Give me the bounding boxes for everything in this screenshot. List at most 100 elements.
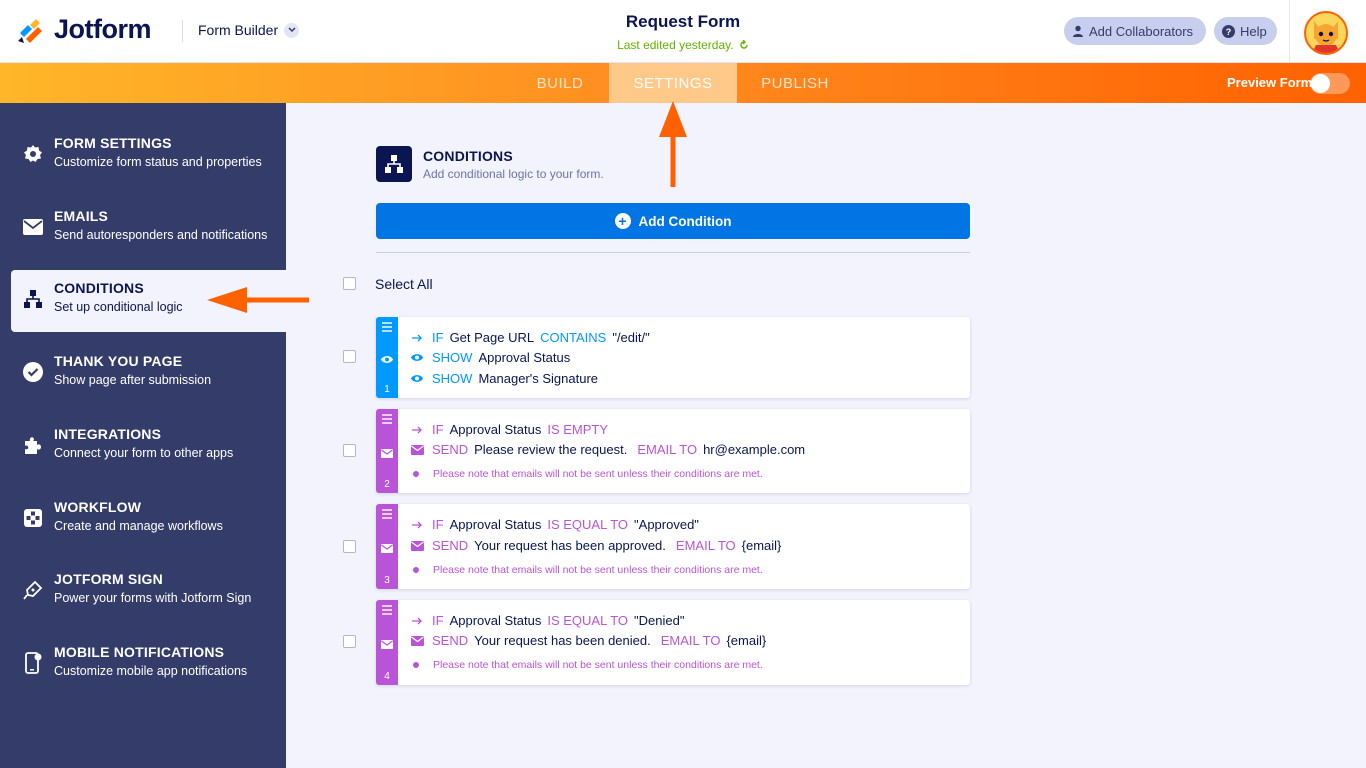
email-to-keyword: EMAIL TO (675, 538, 736, 553)
condition-number: 1 (384, 384, 390, 395)
email-note: Please note that emails will not be sent… (413, 659, 763, 671)
show-target: Approval Status (478, 350, 571, 365)
condition-send-line: SEND Please review the request. EMAIL TO… (410, 442, 805, 457)
eye-icon (380, 352, 394, 366)
sidebar-item-desc: Connect your form to other apps (54, 446, 234, 460)
sidebar-item-desc: Show page after submission (54, 373, 212, 387)
sidebar-item-desc: Send autoresponders and notifications (54, 228, 268, 242)
add-condition-button[interactable]: + Add Condition (376, 203, 970, 239)
form-builder-dropdown[interactable]: Form Builder (198, 22, 300, 38)
eye-icon (410, 374, 424, 383)
sidebar-item-title: JOTFORM SIGN (54, 571, 163, 587)
if-operator: IS EMPTY (547, 422, 609, 437)
puzzle-icon (22, 434, 44, 456)
sidebar-item-title: FORM SETTINGS (54, 135, 172, 151)
condition-card-4[interactable]: 4 IF Approval Status IS EQUAL TO "Denied… (376, 600, 970, 685)
if-operator: CONTAINS (540, 330, 607, 345)
conditions-description: Add conditional logic to your form. (423, 167, 604, 181)
condition-action-line: SHOW Approval Status (410, 350, 570, 365)
workflow-icon (22, 507, 44, 529)
cat-avatar-icon (1312, 21, 1340, 53)
add-condition-label: Add Condition (638, 213, 732, 229)
preview-form-toggle[interactable] (1310, 73, 1350, 94)
send-keyword: SEND (432, 442, 469, 457)
sidebar-item-jotform-sign[interactable]: JOTFORM SIGN Power your forms with Jotfo… (0, 561, 286, 623)
annotation-arrow-left-icon (207, 287, 309, 313)
select-all-label: Select All (375, 276, 433, 292)
mobile-icon (22, 652, 44, 674)
if-keyword: IF (432, 330, 444, 345)
if-keyword: IF (432, 613, 444, 628)
preview-form-label: Preview Form (1227, 75, 1313, 90)
sidebar-item-form-settings[interactable]: FORM SETTINGS Customize form status and … (0, 125, 286, 187)
drag-handle-icon[interactable] (382, 509, 392, 521)
drag-handle-icon[interactable] (382, 605, 392, 617)
tab-build[interactable]: BUILD (512, 63, 608, 103)
condition-action-line: SHOW Manager's Signature (410, 371, 598, 386)
condition-1-checkbox[interactable] (343, 350, 356, 363)
add-collaborators-button[interactable]: Add Collaborators (1064, 17, 1206, 45)
note-dot (413, 567, 419, 573)
envelope-icon (380, 446, 394, 460)
condition-send-line: SEND Your request has been denied. EMAIL… (410, 633, 766, 648)
condition-number: 3 (384, 575, 390, 586)
sidebar-item-title: THANK YOU PAGE (54, 353, 183, 369)
send-keyword: SEND (432, 538, 469, 553)
sidebar-item-desc: Customize form status and properties (54, 155, 262, 169)
if-field: Approval Status (449, 422, 542, 437)
condition-4-checkbox[interactable] (343, 635, 356, 648)
tab-publish[interactable]: PUBLISH (737, 63, 853, 103)
condition-strip: 3 (376, 504, 398, 589)
envelope-icon (380, 637, 394, 651)
email-to-value: {email} (741, 538, 782, 553)
if-operator: IS EQUAL TO (547, 517, 629, 532)
settings-sidebar: FORM SETTINGS Customize form status and … (0, 103, 286, 768)
sidebar-item-workflow[interactable]: WORKFLOW Create and manage workflows (0, 489, 286, 551)
avatar[interactable] (1304, 11, 1348, 55)
form-title-text[interactable]: Request Form (626, 12, 740, 31)
condition-3-checkbox[interactable] (343, 540, 356, 553)
if-field: Approval Status (449, 517, 542, 532)
sidebar-item-title: MOBILE NOTIFICATIONS (54, 644, 225, 660)
section-divider (376, 252, 970, 253)
email-to-value: hr@example.com (703, 442, 806, 457)
if-operator: IS EQUAL TO (547, 613, 629, 628)
sidebar-item-thank-you-page[interactable]: THANK YOU PAGE Show page after submissio… (0, 343, 286, 405)
sidebar-item-integrations[interactable]: INTEGRATIONS Connect your form to other … (0, 416, 286, 478)
conditions-title: CONDITIONS (423, 148, 513, 164)
condition-number: 4 (384, 671, 390, 682)
annotation-arrow-up-icon (659, 101, 687, 187)
drag-handle-icon[interactable] (382, 322, 392, 334)
conditions-header-icon (376, 146, 412, 182)
condition-strip: 2 (376, 409, 398, 493)
sidebar-item-mobile-notifications[interactable]: MOBILE NOTIFICATIONS Customize mobile ap… (0, 634, 286, 696)
envelope-icon (410, 444, 424, 455)
email-note-text: Please note that emails will not be sent… (433, 468, 763, 480)
show-keyword: SHOW (432, 371, 473, 386)
send-subject: Your request has been denied. (474, 633, 651, 648)
email-to-keyword: EMAIL TO (637, 442, 698, 457)
condition-card-3[interactable]: 3 IF Approval Status IS EQUAL TO "Approv… (376, 504, 970, 589)
refresh-icon (740, 39, 748, 49)
condition-if-line: IF Approval Status IS EQUAL TO "Approved… (410, 517, 699, 532)
condition-strip: 4 (376, 600, 398, 685)
condition-card-2[interactable]: 2 IF Approval Status IS EMPTY SEND Pleas… (376, 409, 970, 493)
condition-send-line: SEND Your request has been approved. EMA… (410, 538, 781, 553)
email-to-value: {email} (726, 633, 767, 648)
arrow-right-icon (410, 426, 424, 434)
toggle-knob (1311, 74, 1330, 93)
send-subject: Please review the request. (474, 442, 628, 457)
drag-handle-icon[interactable] (382, 414, 392, 426)
arrow-right-icon (410, 334, 424, 342)
check-circle-icon (22, 361, 44, 383)
condition-card-1[interactable]: 1 IF Get Page URL CONTAINS "/edit/" SHOW… (376, 317, 970, 398)
hierarchy-icon (385, 155, 403, 173)
help-button[interactable]: ? Help (1214, 17, 1277, 45)
add-collaborators-label: Add Collaborators (1089, 23, 1194, 39)
help-icon: ? (1222, 24, 1235, 38)
if-value: "Approved" (634, 517, 699, 532)
condition-2-checkbox[interactable] (343, 444, 356, 457)
condition-if-line: IF Approval Status IS EMPTY (410, 422, 608, 437)
select-all-checkbox[interactable] (343, 277, 356, 290)
sidebar-item-emails[interactable]: EMAILS Send autoresponders and notificat… (0, 198, 286, 260)
